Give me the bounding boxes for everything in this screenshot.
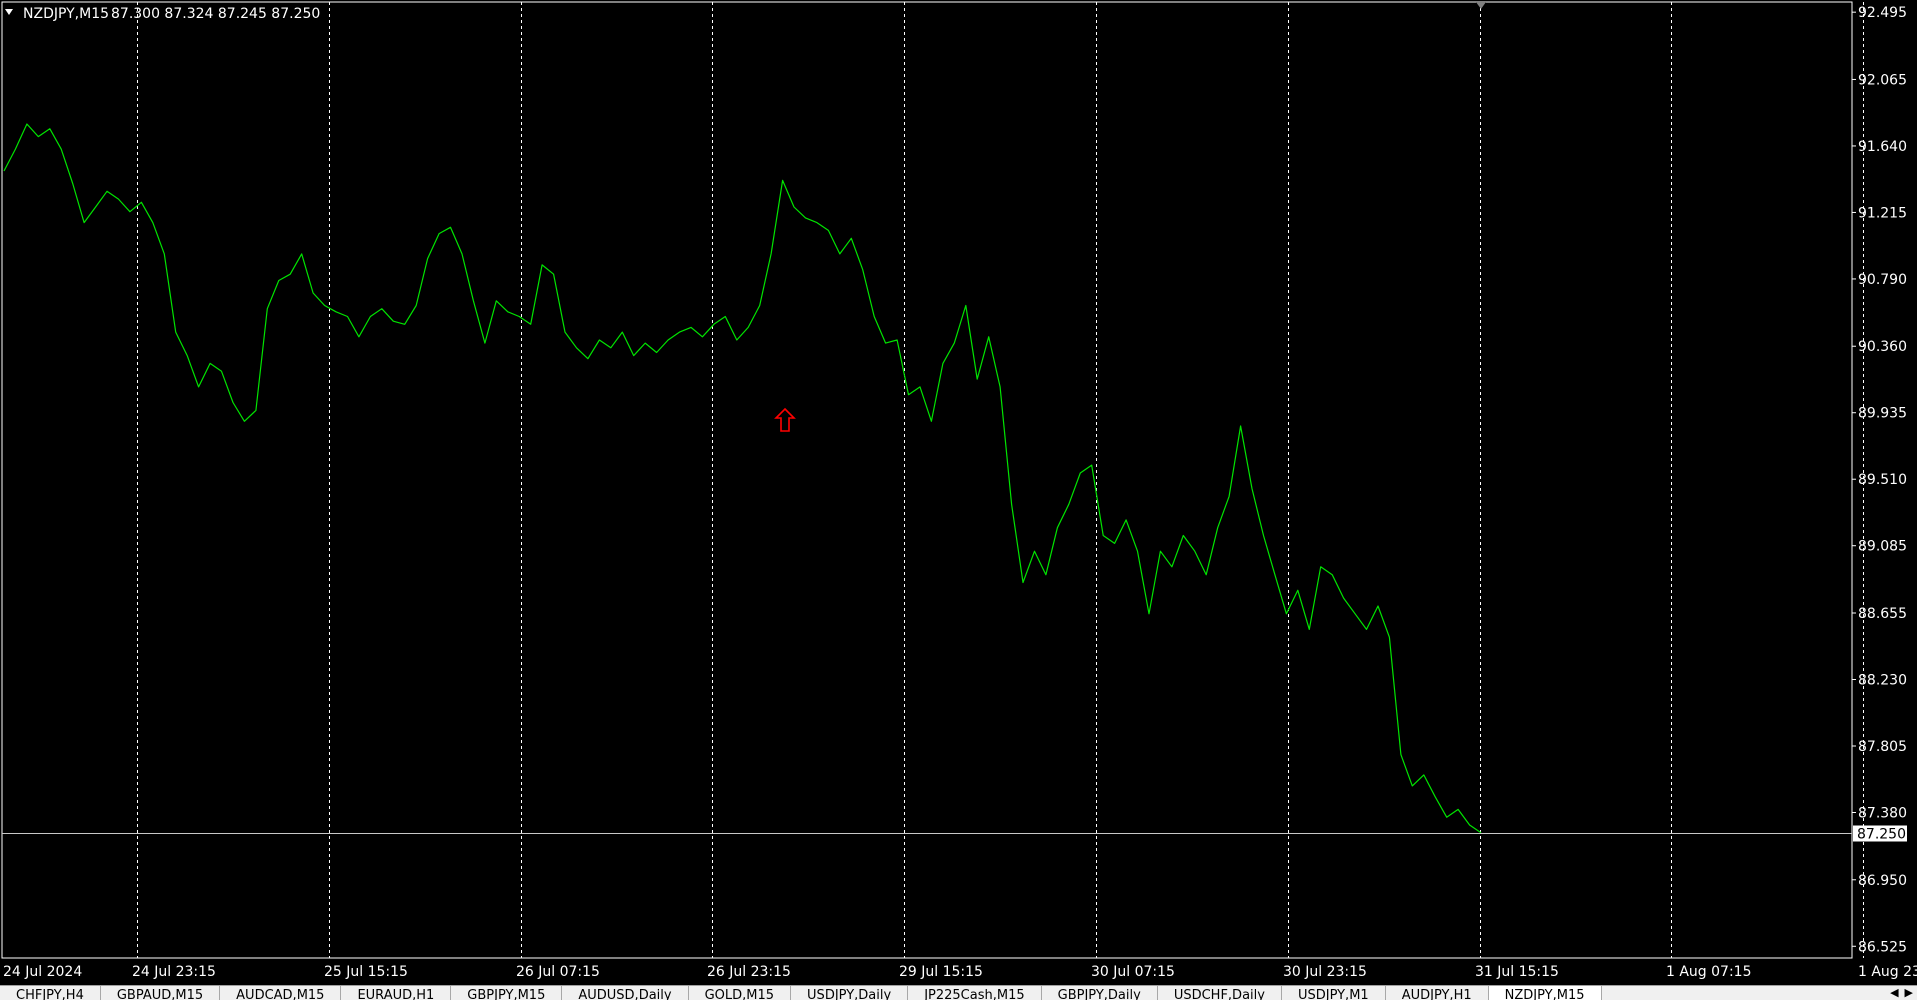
chart-tab-bar: CHFJPY,H4 GBPAUD,M15 AUDCAD,M15 EURAUD,H1 GB… [0, 985, 1917, 1000]
tab-nav: ◀ ▶ [1888, 986, 1915, 1000]
price-chart[interactable]: 24 Jul 2024 24 Jul 23:15 25 Jul 15:15 26 Ju… [0, 0, 1917, 985]
chart-tab[interactable]: USDJPY,M1 [1282, 986, 1386, 1000]
chart-tab[interactable]: GBPJPY,Daily [1042, 986, 1158, 1000]
price-axis-label: 86.525 [1858, 939, 1907, 955]
tab-scroll-right-icon[interactable]: ▶ [1903, 986, 1915, 1000]
time-axis-label: 24 Jul 2024 [3, 964, 82, 980]
time-axis-label: 30 Jul 07:15 [1091, 964, 1175, 980]
chart-tab[interactable]: EURAUD,H1 [341, 986, 452, 1000]
tab-scroll-left-icon[interactable]: ◀ [1888, 986, 1900, 1000]
up-arrow-icon[interactable] [774, 407, 796, 432]
chart-area[interactable]: 24 Jul 2024 24 Jul 23:15 25 Jul 15:15 26 Ju… [0, 0, 1917, 985]
chart-tab[interactable]: USDCHF,Daily [1158, 986, 1282, 1000]
price-axis-label: 92.065 [1858, 72, 1907, 88]
chart-tab[interactable]: GBPJPY,M15 [451, 986, 563, 1000]
chart-ohlc-values: 87.300 87.324 87.245 87.250 [111, 6, 320, 22]
time-axis-label: 25 Jul 15:15 [324, 964, 408, 980]
time-axis-label: 29 Jul 15:15 [899, 964, 983, 980]
chart-tab[interactable]: CHFJPY,H4 [0, 986, 101, 1000]
chart-tab[interactable]: GBPAUD,M15 [101, 986, 221, 1000]
plot-frame [1, 1, 1853, 959]
price-axis-label: 92.495 [1858, 5, 1907, 21]
price-series-line [3, 123, 1482, 834]
chart-tab[interactable]: GOLD,M15 [689, 986, 792, 1000]
price-axis-label: 91.640 [1858, 139, 1907, 155]
chart-tab[interactable]: AUDJPY,H1 [1386, 986, 1489, 1000]
current-price-label: 87.250 [1857, 827, 1906, 843]
chart-symbol-timeframe: NZDJPY,M15 [23, 6, 109, 22]
price-axis-label: 90.360 [1858, 339, 1907, 355]
chart-tab[interactable]: AUDCAD,M15 [220, 986, 342, 1000]
chart-tab[interactable]: AUDUSD,Daily [562, 986, 689, 1000]
price-axis-label: 88.655 [1858, 606, 1907, 622]
price-axis-label: 87.380 [1858, 805, 1907, 821]
price-axis-label: 91.215 [1858, 205, 1907, 221]
price-axis-label: 90.790 [1858, 272, 1907, 288]
price-axis-label: 89.510 [1858, 472, 1907, 488]
time-axis-label: 26 Jul 07:15 [516, 964, 600, 980]
price-axis-label: 89.935 [1858, 406, 1907, 422]
time-axis-label: 31 Jul 15:15 [1475, 964, 1559, 980]
time-axis-label: 24 Jul 23:15 [132, 964, 216, 980]
time-axis-label: 30 Jul 23:15 [1283, 964, 1367, 980]
triangle-down-icon[interactable] [5, 9, 13, 15]
chart-tab[interactable]: USDJPY,Daily [791, 986, 909, 1000]
price-axis-label: 88.230 [1858, 672, 1907, 688]
time-axis-label: 1 Aug 07:15 [1666, 964, 1752, 980]
chart-tab[interactable]: NZDJPY,M15 [1488, 986, 1602, 1000]
time-axis-label: 1 Aug 23:15 [1858, 964, 1917, 980]
chart-shift-icon[interactable] [1476, 2, 1486, 9]
price-axis-label: 86.950 [1858, 873, 1907, 889]
price-axis-label: 89.085 [1858, 539, 1907, 555]
tabs-container: CHFJPY,H4 GBPAUD,M15 AUDCAD,M15 EURAUD,H1 GB… [0, 986, 1917, 1000]
chart-tab[interactable]: JP225Cash,M15 [908, 986, 1042, 1000]
price-axis-label: 87.805 [1858, 739, 1907, 755]
time-axis-label: 26 Jul 23:15 [707, 964, 791, 980]
